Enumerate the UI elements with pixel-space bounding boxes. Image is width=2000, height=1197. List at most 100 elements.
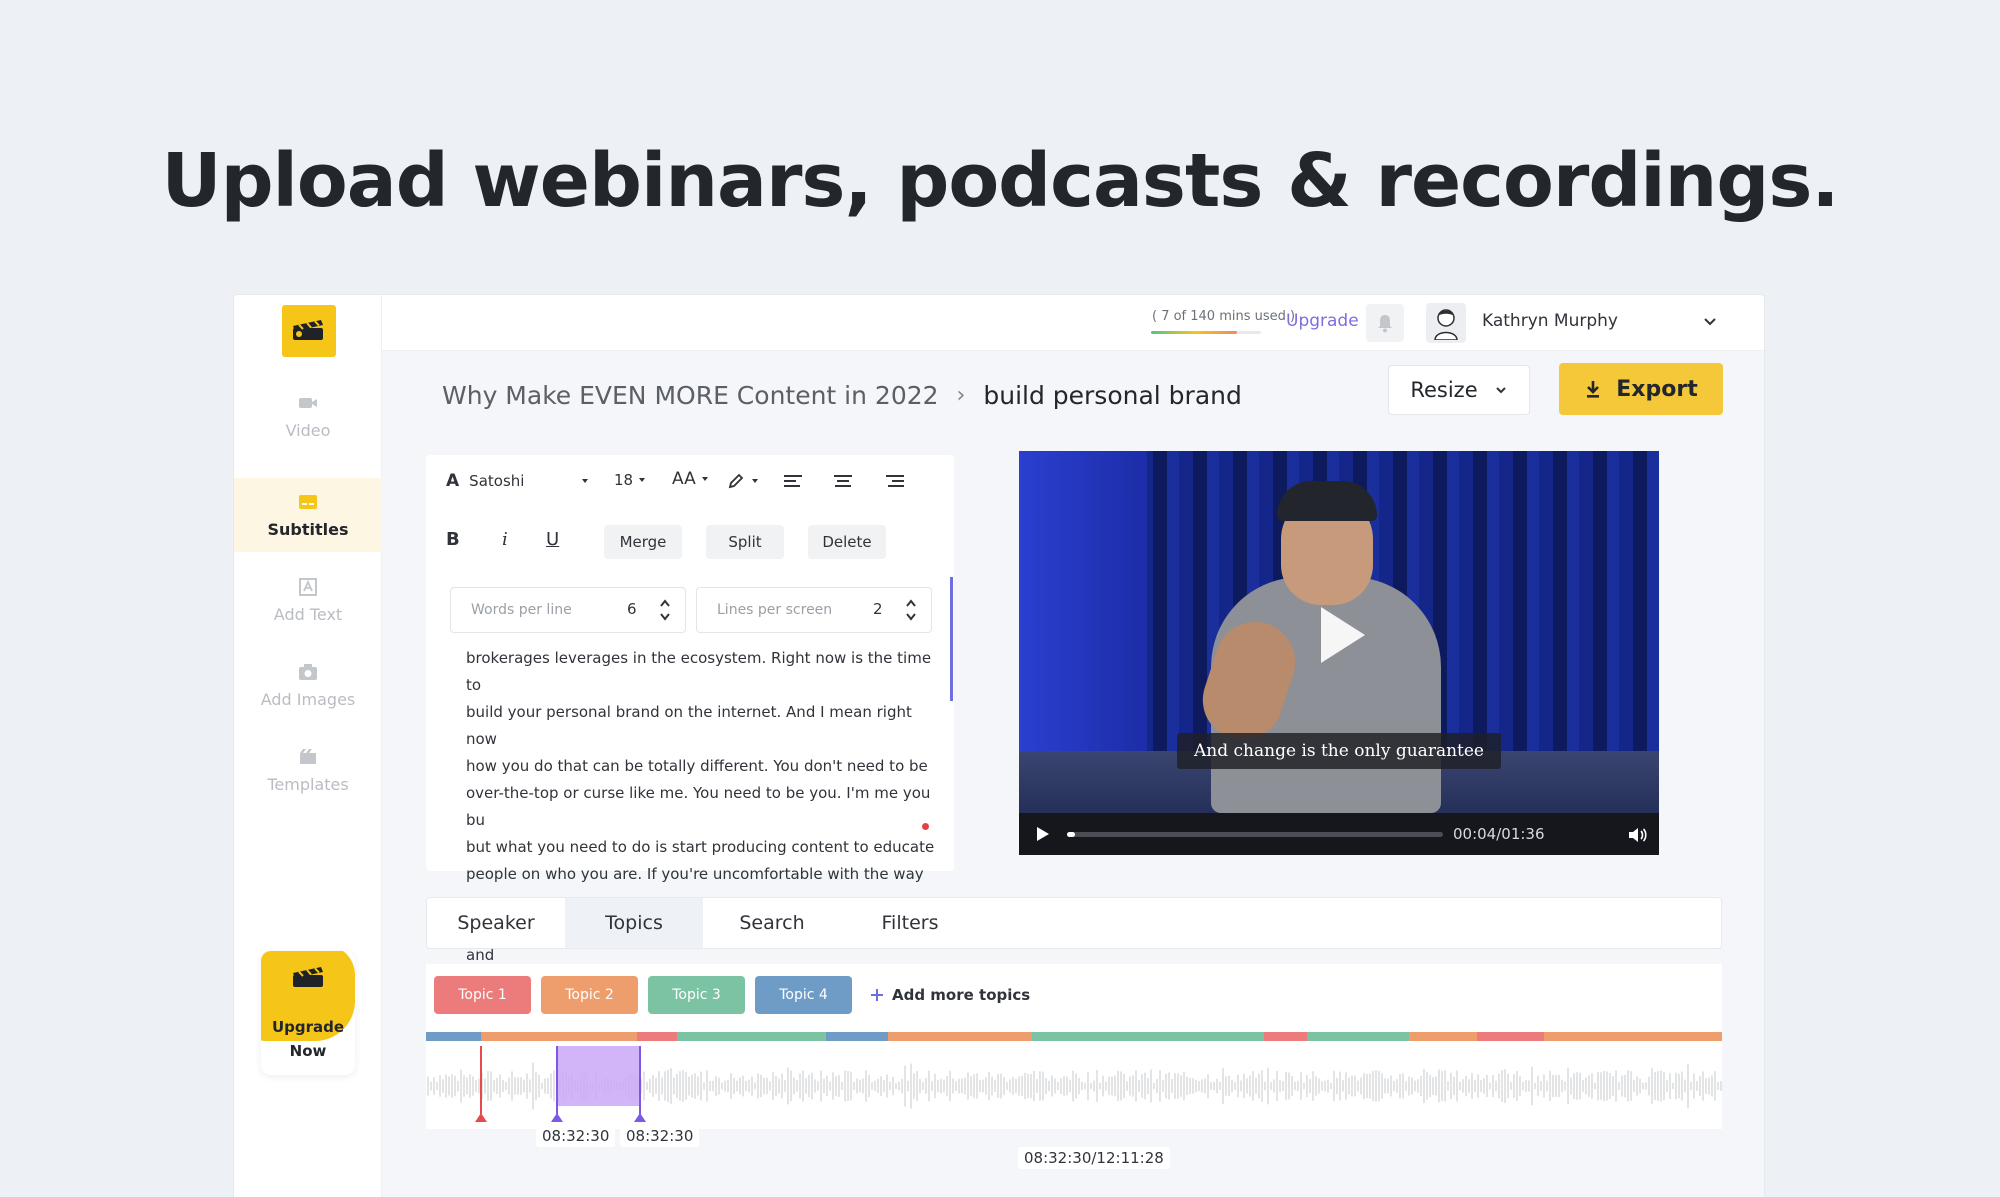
upgrade-now-card[interactable]: Upgrade Now — [261, 951, 355, 1075]
selection-start-edge[interactable] — [556, 1046, 558, 1114]
play-overlay-icon[interactable] — [1321, 607, 1365, 663]
video-time: 00:04/01:36 — [1453, 825, 1545, 843]
breadcrumb-project[interactable]: Why Make EVEN MORE Content in 2022 — [442, 381, 939, 410]
split-button[interactable]: Split — [706, 525, 784, 559]
pen-icon — [728, 473, 744, 489]
app-logo[interactable] — [282, 305, 336, 357]
sidebar-item-subtitles[interactable]: Subtitles — [234, 478, 382, 552]
video-controls: 00:04/01:36 — [1019, 813, 1659, 855]
font-family-select[interactable]: A Satoshi — [446, 471, 590, 491]
sidebar-item-add-text[interactable]: Add Text — [234, 563, 382, 637]
sidebar-item-video[interactable]: Video — [234, 379, 382, 453]
text-color-select[interactable] — [726, 471, 760, 491]
video-seek-fill — [1067, 832, 1075, 837]
main-content: Why Make EVEN MORE Content in 2022 › bui… — [382, 351, 1764, 1197]
playhead-handle-icon[interactable] — [475, 1113, 487, 1122]
merge-button[interactable]: Merge — [604, 525, 682, 559]
topic-chip[interactable]: Topic 2 — [541, 976, 638, 1014]
notifications-button[interactable] — [1366, 304, 1404, 342]
selection-start-handle-icon[interactable] — [551, 1113, 563, 1122]
sidebar-item-label: Video — [285, 420, 331, 440]
bell-icon — [1378, 315, 1392, 333]
topic-segment[interactable] — [1544, 1032, 1722, 1041]
templates-icon — [300, 748, 316, 764]
camera-icon — [299, 663, 317, 680]
stepper-arrows-icon[interactable] — [659, 596, 671, 624]
selection-end-edge[interactable] — [639, 1046, 641, 1114]
chevron-down-icon — [1495, 387, 1506, 394]
tab-search[interactable]: Search — [703, 898, 841, 948]
user-name[interactable]: Kathryn Murphy — [1482, 311, 1618, 331]
topic-chip[interactable]: Topic 4 — [755, 976, 852, 1014]
caret-down-icon — [701, 477, 708, 481]
tab-speaker[interactable]: Speaker — [427, 898, 565, 948]
words-per-line-stepper[interactable]: Words per line 6 — [450, 587, 686, 633]
selection-start-time: 08:32:30 — [536, 1125, 616, 1147]
play-icon[interactable] — [1037, 827, 1049, 841]
video-player[interactable]: And change is the only guarantee 00:04/0… — [1019, 451, 1659, 855]
clapperboard-icon — [293, 967, 323, 987]
sidebar-item-label: Add Images — [260, 689, 356, 709]
selection-range[interactable] — [556, 1046, 640, 1106]
lines-per-screen-stepper[interactable]: Lines per screen 2 — [696, 587, 932, 633]
topic-segment[interactable] — [481, 1032, 637, 1041]
sidebar-item-templates[interactable]: Templates — [234, 733, 382, 807]
text-case-select[interactable]: AA — [672, 469, 710, 489]
font-size-value: 18 — [614, 471, 634, 489]
italic-button[interactable]: i — [502, 529, 508, 550]
sidebar-item-label: Subtitles — [267, 519, 349, 539]
plus-icon — [871, 989, 883, 1001]
subtitles-icon — [299, 494, 317, 509]
editor-scrollbar[interactable] — [950, 577, 953, 701]
timeline-panel: Topic 1 Topic 2 Topic 3 Topic 4 Add more… — [426, 964, 1722, 1129]
text-case-label: AA — [672, 469, 696, 489]
caret-down-icon — [752, 479, 758, 483]
topic-segment[interactable] — [426, 1032, 481, 1041]
topic-segment[interactable] — [888, 1032, 1032, 1041]
align-right-icon[interactable] — [884, 473, 906, 491]
words-per-line-value: 6 — [627, 600, 637, 618]
breadcrumb-separator: › — [956, 383, 966, 408]
resize-button[interactable]: Resize — [1388, 365, 1530, 415]
topic-segment[interactable] — [637, 1032, 677, 1041]
caret-down-icon — [639, 478, 646, 482]
video-frame-speaker-cap — [1277, 481, 1377, 521]
delete-button[interactable]: Delete — [808, 525, 886, 559]
topic-segment[interactable] — [1307, 1032, 1409, 1041]
resize-label: Resize — [1410, 378, 1478, 402]
video-camera-icon — [299, 397, 317, 408]
stepper-arrows-icon[interactable] — [905, 596, 917, 624]
underline-button[interactable]: U — [546, 529, 559, 550]
topic-segment[interactable] — [1264, 1032, 1307, 1041]
topic-segment[interactable] — [1477, 1032, 1544, 1041]
tab-filters[interactable]: Filters — [841, 898, 979, 948]
topic-chip[interactable]: Topic 3 — [648, 976, 745, 1014]
video-seek-bar[interactable] — [1067, 832, 1443, 837]
sidebar-item-label: Templates — [267, 774, 349, 794]
topic-segment[interactable] — [677, 1032, 826, 1041]
bold-button[interactable]: B — [446, 529, 460, 550]
font-family-value: Satoshi — [469, 472, 525, 490]
minutes-used-text: ( 7 of 140 mins used ) — [1152, 309, 1296, 324]
topic-segment[interactable] — [1409, 1032, 1477, 1041]
topic-chip[interactable]: Topic 1 — [434, 976, 531, 1014]
tab-topics[interactable]: Topics — [565, 898, 703, 948]
topic-segment[interactable] — [1032, 1032, 1264, 1041]
sidebar-item-add-images[interactable]: Add Images — [234, 648, 382, 722]
avatar[interactable] — [1426, 303, 1466, 343]
font-size-select[interactable]: 18 — [614, 471, 647, 489]
selection-end-time: 08:32:30 — [620, 1125, 700, 1147]
align-left-icon[interactable] — [782, 473, 804, 491]
export-button[interactable]: Export — [1559, 363, 1723, 415]
playhead-marker[interactable] — [480, 1046, 482, 1114]
align-center-icon[interactable] — [832, 473, 854, 491]
lines-per-screen-value: 2 — [873, 600, 883, 618]
volume-icon[interactable] — [1627, 825, 1649, 845]
chevron-down-icon[interactable] — [1702, 309, 1718, 333]
upgrade-link[interactable]: Upgrade — [1286, 311, 1359, 331]
topic-segments-strip — [426, 1032, 1722, 1041]
selection-end-handle-icon[interactable] — [634, 1113, 646, 1122]
add-topics-button[interactable]: Add more topics — [870, 986, 1030, 1004]
topic-segment[interactable] — [826, 1032, 888, 1041]
clapperboard-logo-icon — [293, 320, 323, 340]
